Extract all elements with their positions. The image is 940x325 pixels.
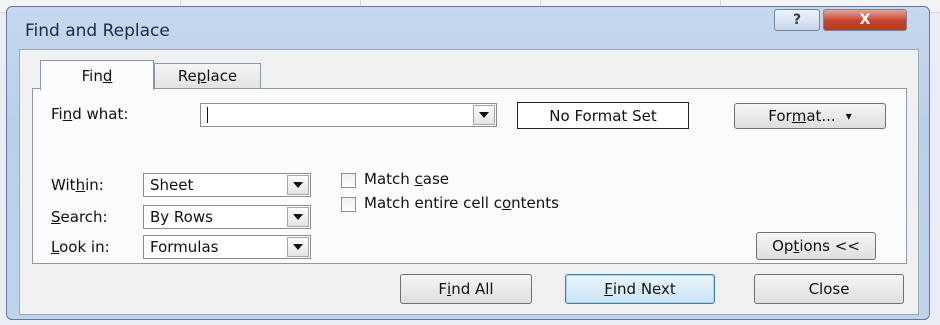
button-text: nd All [451, 280, 494, 298]
label-text: Fi [51, 105, 63, 123]
button-accelerator: m [791, 107, 807, 125]
label-text: ntents [511, 194, 559, 212]
help-button[interactable]: ? [774, 9, 820, 31]
look-in-dropdown-button[interactable] [287, 237, 309, 257]
find-what-combobox[interactable] [200, 103, 497, 127]
chevron-down-icon [479, 112, 489, 118]
label-accelerator: S [51, 208, 61, 226]
dialog-title: Find and Replace [25, 21, 170, 41]
search-label: Search: [51, 208, 108, 226]
match-case-checkbox[interactable] [341, 173, 356, 188]
chevron-down-icon [293, 182, 303, 188]
chevron-down-icon: ▾ [845, 109, 852, 123]
look-in-value: Formulas [150, 238, 219, 256]
label-accelerator: h [75, 176, 86, 194]
search-select[interactable]: By Rows [143, 205, 311, 229]
label-accelerator: L [51, 238, 60, 256]
button-text: at... [806, 107, 836, 125]
label-text: d what: [72, 105, 129, 123]
close-icon: X [859, 12, 871, 28]
button-text: F [438, 280, 448, 298]
chevron-down-icon [293, 244, 303, 250]
button-accelerator: F [604, 280, 613, 298]
find-what-label: Find what: [51, 105, 128, 123]
tab-replace[interactable]: Re p lace [154, 63, 261, 88]
label-text: in: [85, 176, 104, 194]
button-text: For [768, 107, 792, 125]
within-value: Sheet [150, 176, 194, 194]
label-text: earch: [60, 208, 108, 226]
tab-replace-accelerator: p [196, 67, 207, 85]
find-replace-dialog: Find and Replace ? X Fin d Re p lace Find w… [6, 6, 930, 320]
format-preview: No Format Set [517, 102, 689, 129]
format-button[interactable]: For m at... ▾ [734, 103, 886, 129]
find-what-dropdown-button[interactable] [473, 105, 495, 125]
dialog-content: Fin d Re p lace Find what: No Format Set Fo… [19, 49, 919, 315]
label-text: ase [422, 170, 450, 188]
label-text: Match entire cell c [364, 194, 502, 212]
find-all-button[interactable]: Fi nd All [400, 274, 532, 304]
within-label: Within: [51, 176, 104, 194]
tab-find[interactable]: Fin d [40, 60, 154, 90]
label-accelerator: n [62, 105, 73, 123]
label-accelerator: c [414, 170, 423, 188]
button-text: ions << [799, 237, 860, 255]
chevron-down-icon [293, 214, 303, 220]
within-dropdown-button[interactable] [287, 175, 309, 195]
button-text: ind Next [612, 280, 676, 298]
options-button[interactable]: Op t ions << [756, 232, 876, 260]
tab-find-accelerator: d [102, 66, 113, 85]
label-accelerator: o [501, 194, 512, 212]
within-select[interactable]: Sheet [143, 173, 311, 197]
close-button[interactable]: Close [754, 274, 904, 304]
find-tab-panel: Find what: No Format Set For m at... ▾ Wit… [32, 88, 907, 264]
look-in-select[interactable]: Formulas [143, 235, 311, 259]
close-window-button[interactable]: X [823, 9, 907, 31]
find-next-button[interactable]: Find Next [565, 274, 715, 304]
tab-find-label: Fin [81, 66, 103, 85]
look-in-label: Look in: [51, 238, 110, 256]
label-text: ook in: [59, 238, 110, 256]
label-text: Wit [51, 176, 76, 194]
match-entire-cell-label[interactable]: Match entire cell contents [364, 194, 559, 212]
search-value: By Rows [150, 208, 213, 226]
button-text: Op [772, 237, 794, 255]
match-entire-cell-checkbox[interactable] [341, 197, 356, 212]
help-icon: ? [792, 12, 802, 28]
label-text: Match [364, 170, 415, 188]
tab-replace-label: Re [177, 67, 197, 85]
text-caret [207, 107, 208, 123]
tab-replace-label-rest: lace [206, 67, 238, 85]
match-case-label[interactable]: Match case [364, 170, 449, 188]
search-dropdown-button[interactable] [287, 207, 309, 227]
